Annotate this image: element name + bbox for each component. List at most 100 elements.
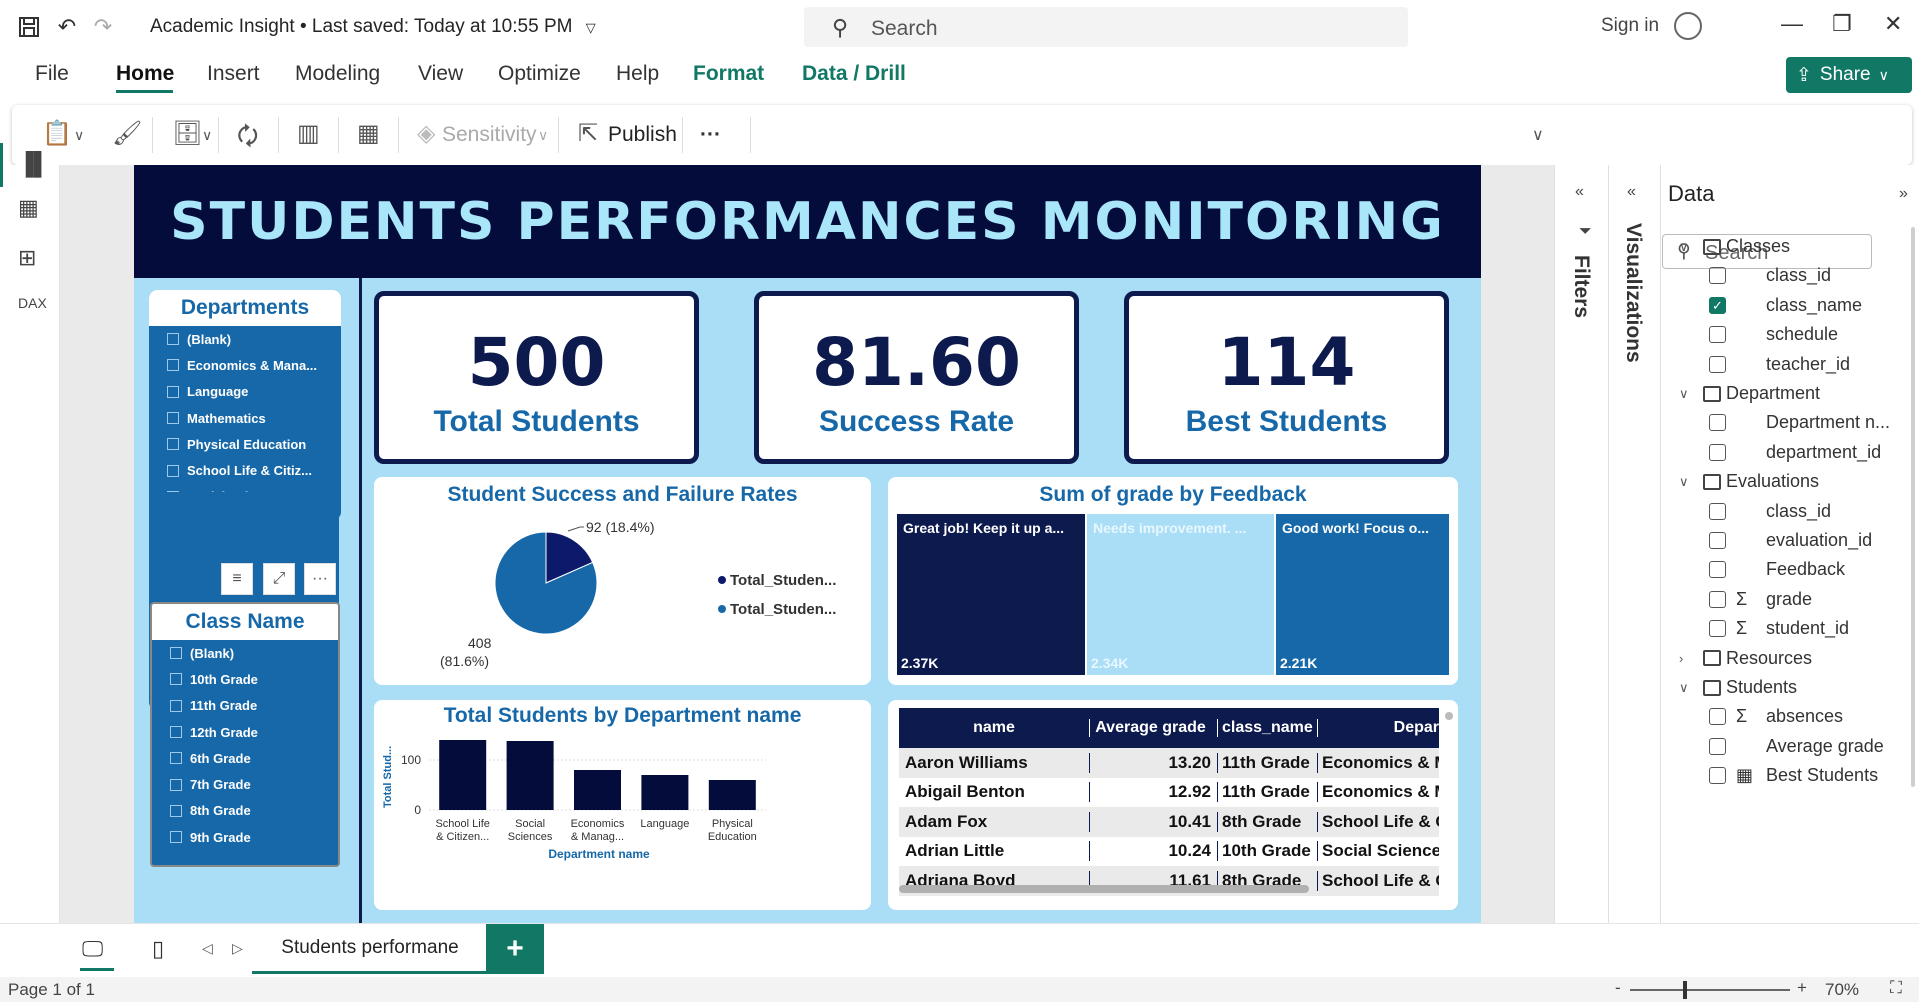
checkbox-icon[interactable] (170, 699, 182, 712)
checkbox-icon[interactable] (170, 673, 182, 686)
checkbox-icon[interactable] (1709, 620, 1726, 638)
more-options-icon[interactable]: ··· (304, 563, 336, 595)
field-item[interactable]: schedule (1709, 320, 1838, 349)
zoom-in-button[interactable]: + (1797, 978, 1807, 998)
page-tab[interactable]: Students performane (252, 924, 488, 974)
get-data-icon[interactable]: 🗄 (172, 119, 202, 148)
legend-item[interactable]: Total_Studen... (730, 601, 836, 618)
mobile-layout-icon[interactable]: ▯ (152, 936, 164, 962)
checkbox-icon[interactable] (170, 752, 182, 765)
checkbox-icon[interactable] (1709, 532, 1726, 549)
checkbox-icon[interactable] (167, 438, 179, 451)
collapse-data-pane-icon[interactable]: » (1899, 185, 1908, 203)
class-name-slicer-visual[interactable]: Class Name (Blank) 10th Grade 11th Grade 12… (150, 602, 340, 867)
document-title[interactable]: Academic Insight • Last saved: Today at … (150, 16, 596, 38)
refresh-icon[interactable]: 🗘 (237, 119, 258, 160)
desktop-layout-icon[interactable]: 🖵 (82, 936, 103, 962)
table-node-students[interactable]: ∨ Students (1661, 673, 1797, 702)
avatar-icon[interactable] (1674, 12, 1702, 40)
kpi-total-students[interactable]: 500 Total Students (374, 291, 699, 464)
next-page-icon[interactable]: ▷ (232, 940, 243, 957)
kpi-best-students[interactable]: 114 Best Students (1124, 291, 1449, 464)
table-node-resources[interactable]: › Resources (1661, 644, 1812, 673)
sign-in-link[interactable]: Sign in (1601, 15, 1659, 37)
slicer-item[interactable]: 9th Grade (152, 824, 338, 850)
visualizations-label[interactable]: Visualizations (1621, 223, 1645, 363)
checkbox-icon[interactable] (170, 647, 182, 660)
treemap-cell[interactable]: Great job! Keep it up a... 2.37K (897, 514, 1085, 675)
field-item[interactable]: class_id (1709, 497, 1831, 526)
slicer-item[interactable]: 6th Grade (152, 745, 338, 771)
chevron-down-icon[interactable]: ∨ (1679, 386, 1693, 402)
bar[interactable] (574, 770, 621, 810)
tab-insert[interactable]: Insert (207, 62, 260, 86)
checkbox-icon[interactable] (1709, 708, 1726, 726)
checkbox-icon[interactable] (170, 804, 182, 817)
add-page-button[interactable]: + (486, 924, 544, 974)
checkbox-icon[interactable] (1709, 326, 1726, 344)
checkbox-icon[interactable] (1709, 414, 1726, 432)
slicer-item[interactable]: Mathematics (149, 405, 341, 431)
chevron-down-icon[interactable]: ∨ (202, 127, 212, 144)
report-view-icon[interactable]: ▐▌ (18, 151, 49, 177)
field-item[interactable]: teacher_id (1709, 350, 1850, 379)
checkbox-icon[interactable] (167, 464, 179, 477)
collapse-ribbon-icon[interactable]: ∨ (1532, 125, 1544, 145)
chevron-down-icon[interactable]: ∨ (1679, 474, 1693, 490)
tab-optimize[interactable]: Optimize (498, 62, 581, 86)
slicer-item[interactable]: 11th Grade (152, 693, 338, 719)
departments-slicer[interactable]: Departments (Blank) Economics & Mana... La… (149, 290, 341, 520)
table-view-icon[interactable]: ▦ (18, 195, 39, 221)
checkbox-icon[interactable] (167, 385, 179, 398)
format-painter-icon[interactable]: 🖌 (112, 119, 142, 148)
zoom-slider[interactable] (1630, 989, 1790, 991)
legend-item[interactable]: Total_Studen... (730, 572, 836, 589)
share-button[interactable]: ⇪ Share ∨ (1786, 57, 1912, 93)
bar-chart-card[interactable]: Total Students by Department name 0 100 To… (374, 700, 871, 910)
zoom-level[interactable]: 70% (1825, 980, 1859, 1000)
publish-icon[interactable]: ⇱ (578, 119, 598, 148)
checkbox-icon[interactable] (1709, 443, 1726, 461)
restore-icon[interactable]: ❐ (1832, 11, 1852, 37)
checkbox-icon[interactable] (170, 778, 182, 791)
slicer-item[interactable]: Physical Education (149, 431, 341, 457)
checkbox-icon[interactable] (1709, 502, 1726, 520)
fit-to-page-icon[interactable]: ⛶ (1890, 978, 1902, 998)
chevron-right-icon[interactable]: › (1679, 651, 1693, 666)
bar[interactable] (506, 741, 554, 810)
table-row[interactable]: Adam Fox 10.41 8th Grade School Life & C (899, 807, 1439, 837)
chevron-down-icon[interactable]: ∨ (74, 127, 84, 144)
tab-home[interactable]: Home (116, 62, 174, 86)
checkbox-icon[interactable] (167, 359, 179, 372)
expand-filters-icon[interactable]: « (1575, 183, 1584, 201)
treemap-cell[interactable]: Needs improvement. ... 2.34K (1087, 514, 1274, 675)
filters-pane[interactable]: « ⏷ Filters (1554, 165, 1608, 923)
slicer-item[interactable]: (Blank) (149, 326, 341, 352)
tab-file[interactable]: File (35, 62, 69, 86)
horizontal-scrollbar[interactable] (899, 885, 1309, 893)
data-pane-scrollbar[interactable] (1911, 227, 1915, 787)
more-options-button[interactable]: ··· (700, 123, 721, 147)
slicer-item[interactable]: 7th Grade (152, 771, 338, 797)
tab-modeling[interactable]: Modeling (295, 62, 380, 86)
slicer-item[interactable]: 8th Grade (152, 798, 338, 824)
tab-format[interactable]: Format (693, 62, 764, 86)
bar[interactable] (641, 775, 689, 810)
checkbox-icon[interactable] (1709, 737, 1726, 755)
chevron-down-icon[interactable]: ∨ (1679, 239, 1693, 255)
kpi-success-rate[interactable]: 81.60 Success Rate (754, 291, 1079, 464)
field-item[interactable]: Average grade (1709, 732, 1884, 761)
field-item[interactable]: evaluation_id (1709, 526, 1872, 555)
column-header[interactable]: name (899, 719, 1089, 737)
field-item[interactable]: Department n... (1709, 408, 1890, 437)
bar[interactable] (439, 740, 487, 810)
undo-icon[interactable]: ↶ (52, 12, 82, 42)
table-row[interactable]: Adrian Little 10.24 10th Grade Social Scien… (899, 837, 1439, 867)
checkbox-icon[interactable] (170, 726, 182, 739)
field-item[interactable]: Σgrade (1709, 585, 1812, 614)
filter-visual-icon[interactable]: ≡ (221, 563, 253, 595)
field-item[interactable]: department_id (1709, 438, 1881, 467)
field-item[interactable]: Σabsences (1709, 702, 1843, 731)
table-row[interactable]: Aaron Williams 13.20 11th Grade Economics &… (899, 748, 1439, 778)
bar[interactable] (708, 780, 756, 810)
